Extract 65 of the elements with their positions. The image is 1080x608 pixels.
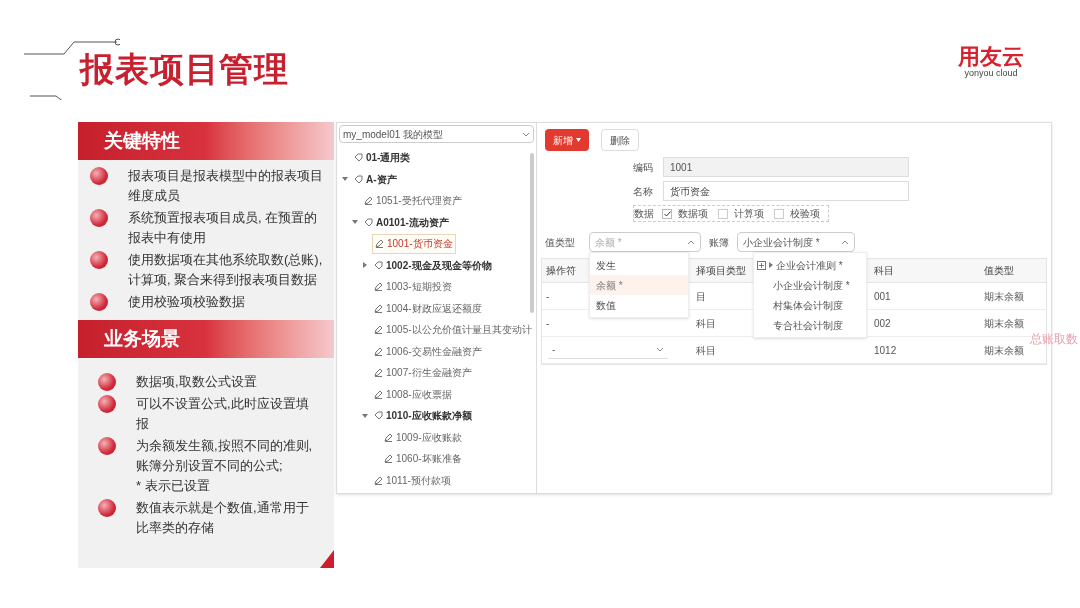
annotation-text: 总账取数 — [1030, 331, 1078, 348]
table-cell-text: 目 — [696, 289, 706, 304]
bullet-text: 为余额发生额,按照不同的准则,账簿分别设置不同的公式; * 表示已设置 — [136, 437, 314, 495]
menu-item[interactable]: 发生 — [590, 255, 688, 275]
table-cell-text: 科目 — [696, 316, 716, 331]
tree-item[interactable]: 1001-货币资金 — [372, 233, 456, 254]
tree-item[interactable]: 1004-财政应返还额度 — [372, 298, 484, 319]
checkbox-label: 数据项 — [678, 207, 708, 221]
logo-tagline: yonyou cloud — [964, 68, 1018, 80]
menu-item[interactable]: 数值 — [590, 295, 688, 315]
tree-item[interactable]: 1009-应收账款 — [382, 427, 464, 448]
tree-item[interactable]: 01-通用类 — [352, 147, 413, 168]
bullet-text: 数值表示就是个数值,通常用于比率类的存储 — [136, 499, 310, 537]
table-cell-text: - — [546, 316, 550, 331]
field-label: 编码 — [633, 160, 654, 175]
table-cell-text: - — [546, 289, 550, 304]
column-header: 科目 — [874, 264, 894, 278]
table-cell-text: 期末余额 — [984, 343, 1024, 358]
menu-item[interactable]: 余额 * — [590, 275, 688, 295]
field-label: 数据 — [634, 207, 654, 221]
model-select[interactable]: my_model01 我的模型 — [339, 125, 534, 143]
column-header: 择项目类型 — [696, 264, 746, 278]
column-header: 值类型 — [984, 264, 1014, 278]
bullet-text: 可以不设置公式,此时应设置填报 — [136, 395, 310, 433]
tree-item[interactable]: 1002-现金及现金等价物 — [372, 255, 494, 276]
logo-name: 用友云 — [958, 46, 1024, 68]
tree-item[interactable]: 1008-应收票据 — [372, 384, 454, 405]
tree-item[interactable]: 1007-衍生金融资产 — [372, 362, 474, 383]
menu-item[interactable]: 小企业会计制度 * — [773, 277, 850, 293]
field-label: 名称 — [633, 184, 654, 199]
add-button[interactable]: 新增 — [545, 129, 589, 151]
bullet-text: 数据项,取数公式设置 — [136, 373, 258, 391]
tree-item[interactable]: A0101-流动资产 — [362, 212, 451, 233]
bullet-text: 系统预置报表项目成员, 在预置的报表中有使用 — [128, 209, 319, 247]
select-field[interactable]: - — [548, 341, 668, 359]
column-header: 操作符 — [546, 264, 576, 278]
slide-title: 报表项目管理 — [80, 48, 290, 90]
tree-item[interactable]: 1005-以公允价值计量且其变动计 — [372, 319, 534, 340]
tree-item[interactable]: A-资产 — [352, 169, 399, 190]
bullet-text: 使用数据项在其他系统取数(总账), 计算项, 聚合来得到报表项目数据 — [128, 251, 324, 289]
text-field[interactable]: 货币资金 — [663, 181, 909, 201]
tree-item[interactable]: 1003-短期投资 — [372, 276, 454, 297]
menu-item[interactable]: 村集体会计制度 — [773, 297, 843, 313]
tree-item[interactable]: 1051-受托代理资产 — [362, 190, 464, 211]
table-cell-text: 科目 — [696, 343, 716, 358]
menu-item[interactable]: 专合社会计制度 — [773, 317, 843, 333]
table-cell-text: 001 — [874, 289, 891, 304]
table-cell-text: 1012 — [874, 343, 897, 358]
field-label: 值类型 — [545, 235, 575, 250]
field-label: 账簿 — [709, 235, 729, 250]
tree-item[interactable]: 1006-交易性金融资产 — [372, 341, 484, 362]
table-cell-text: 期末余额 — [984, 289, 1024, 304]
menu-item[interactable]: 企业会计准则 * — [776, 257, 843, 273]
checkbox-label: 校验项 — [790, 207, 820, 221]
tree-item[interactable]: 1011-预付款项 — [372, 470, 453, 491]
bullet-text: 使用校验项校验数据 — [128, 293, 246, 311]
tree-item[interactable]: 1010-应收账款净额 — [372, 405, 474, 426]
delete-button[interactable]: 删除 — [601, 129, 639, 151]
section-heading: 业务场景 — [78, 320, 334, 358]
checkbox-label: 计算项 — [734, 207, 764, 221]
table-cell-text: 002 — [874, 316, 891, 331]
table-cell-text: 期末余额 — [984, 316, 1024, 331]
section-heading: 关键特性 — [78, 122, 334, 160]
bullet-text: 报表项目是报表模型中的报表项目维度成员 — [128, 167, 324, 205]
tree-item[interactable]: 1060-坏账准备 — [382, 448, 464, 469]
